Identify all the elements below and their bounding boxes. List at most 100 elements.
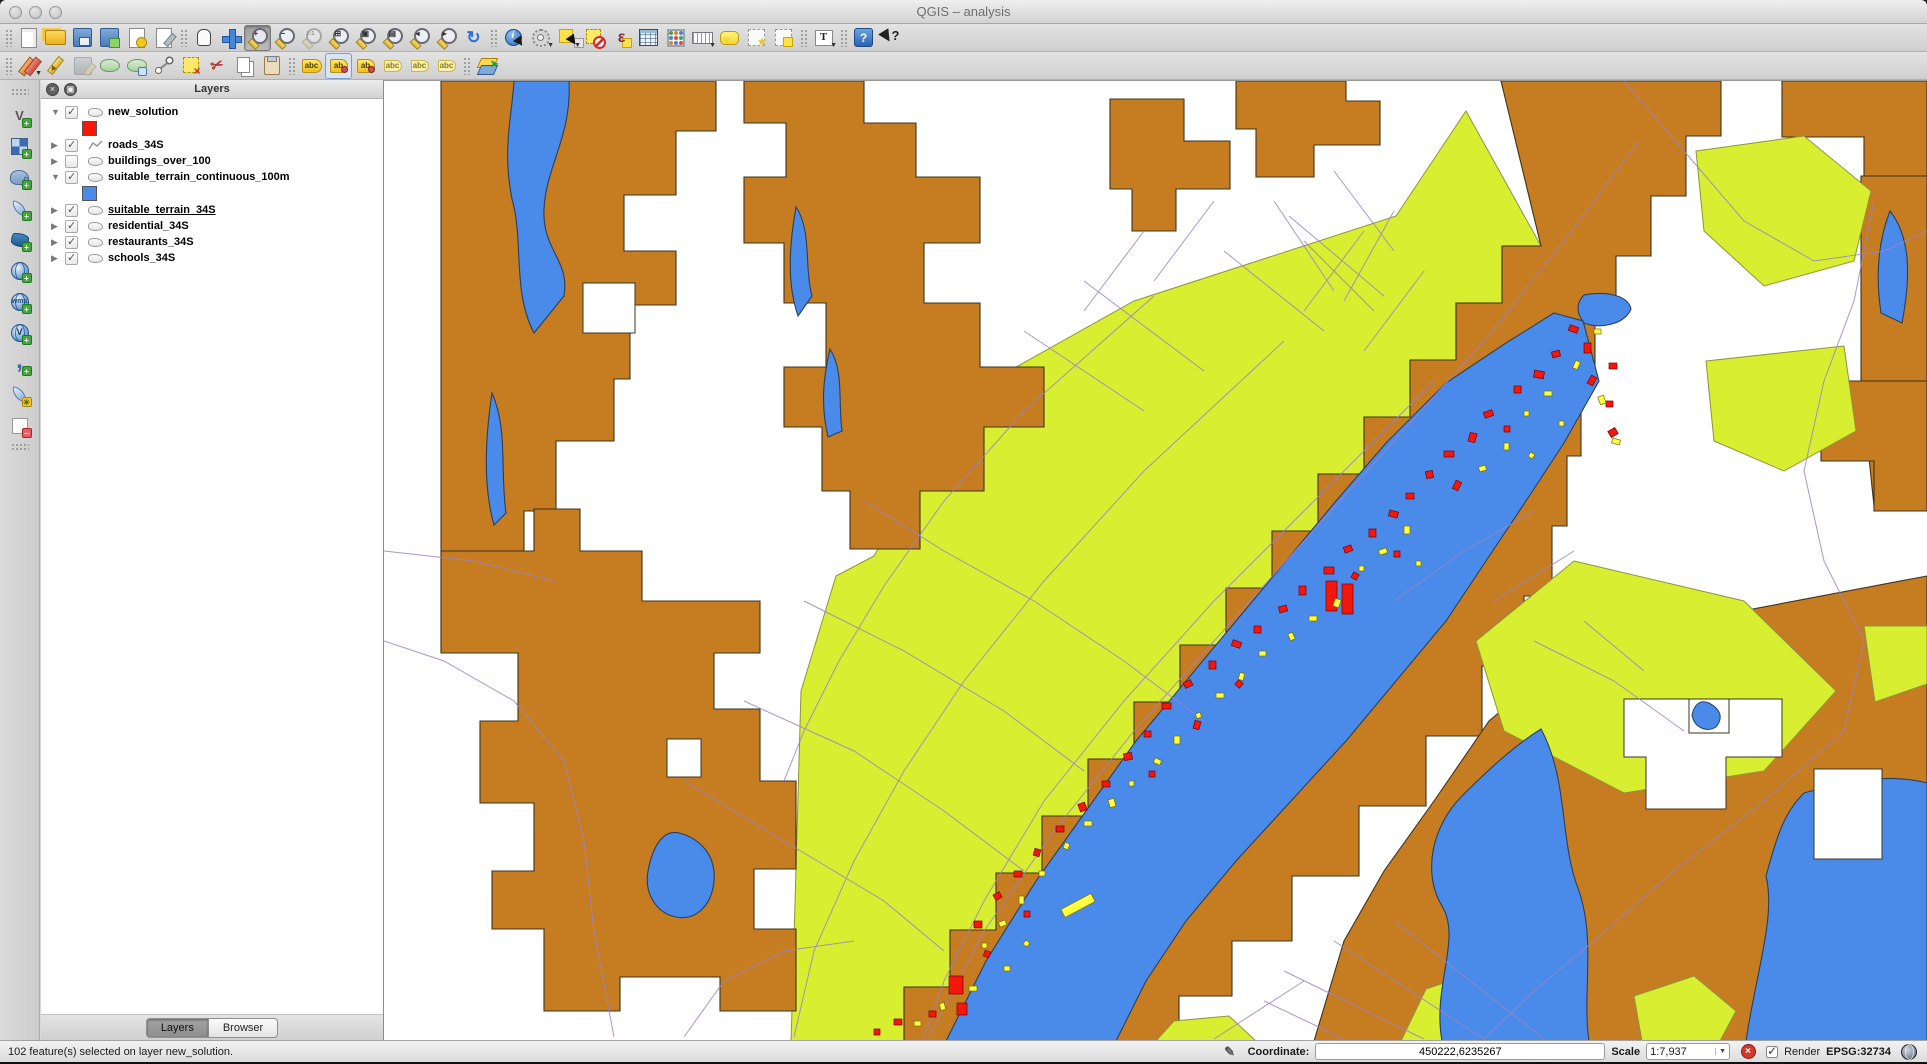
save-project-as-button[interactable] — [96, 25, 123, 51]
zoom-out-button[interactable]: − — [271, 25, 298, 51]
layer-item-restaurants_34S[interactable]: ▶restaurants_34S — [41, 234, 383, 250]
add-oracle-layer-button[interactable]: + — [6, 258, 33, 284]
zoom-last-button[interactable]: ◂ — [406, 25, 433, 51]
help-contents-button[interactable]: ? — [850, 25, 877, 51]
zoom-full-button[interactable]: ⊞ — [325, 25, 352, 51]
layer-visibility-checkbox[interactable] — [65, 171, 78, 184]
zoom-in-button[interactable]: + — [244, 25, 271, 51]
layer-visibility-checkbox[interactable] — [65, 252, 78, 265]
layer-name: roads_34S — [108, 139, 164, 151]
add-mssql-layer-button[interactable]: + — [6, 227, 33, 253]
add-wms-layer-button[interactable]: wms+ — [6, 289, 33, 315]
label-change-properties-button[interactable]: abc — [433, 53, 460, 79]
label-move-button[interactable]: abc — [379, 53, 406, 79]
layer-visibility-checkbox[interactable] — [65, 139, 78, 152]
zoom-to-layer-button[interactable]: ▤ — [379, 25, 406, 51]
add-wfs-layer-button[interactable]: V+ — [6, 320, 33, 346]
panel-tab-layers[interactable]: Layers — [146, 1018, 209, 1038]
layer-color-swatch[interactable] — [82, 121, 97, 136]
zoom-native-button[interactable]: 1:1 — [298, 25, 325, 51]
render-checkbox[interactable] — [1766, 1046, 1778, 1058]
layer-item-suitable_terrain_34S[interactable]: ▶suitable_terrain_34S — [41, 202, 383, 218]
layer-item-schools_34S[interactable]: ▶schools_34S — [41, 250, 383, 266]
add-feature-button[interactable] — [96, 53, 123, 79]
plus-badge-icon: + — [22, 118, 32, 128]
copy-features-button[interactable] — [231, 53, 258, 79]
expand-icon[interactable]: ▶ — [51, 221, 65, 232]
composer-manager-button[interactable] — [150, 25, 177, 51]
add-vector-layer-button[interactable]: V+ — [6, 103, 33, 129]
crs-status-icon[interactable] — [1897, 1040, 1921, 1064]
new-print-composer-button[interactable] — [123, 25, 150, 51]
open-project-button[interactable] — [42, 25, 69, 51]
layer-item-residential_34S[interactable]: ▶residential_34S — [41, 218, 383, 234]
open-attribute-table-button[interactable] — [635, 25, 662, 51]
expand-icon[interactable]: ▶ — [51, 156, 65, 167]
stop-render-icon[interactable]: × — [1736, 1040, 1760, 1064]
paste-features-button[interactable] — [258, 53, 285, 79]
new-memory-layer-button[interactable]: − — [6, 413, 33, 439]
select-by-expression-button[interactable]: ε — [608, 25, 635, 51]
new-project-button[interactable] — [15, 25, 42, 51]
layer-color-swatch[interactable] — [82, 186, 97, 201]
processing-layers-button[interactable]: ➤ — [473, 53, 500, 79]
text-annotation-button[interactable]: T▼ — [810, 25, 837, 51]
zoom-next-button[interactable]: ▸ — [433, 25, 460, 51]
save-project-button[interactable] — [69, 25, 96, 51]
layer-visibility-checkbox[interactable] — [65, 204, 78, 217]
measure-line-button[interactable]: ▼ — [689, 25, 716, 51]
layer-item-new_solution[interactable]: ▼new_solution — [41, 104, 383, 120]
expand-icon[interactable]: ▼ — [51, 172, 65, 182]
new-bookmark-button[interactable]: ★ — [743, 25, 770, 51]
label-pin-unpin-button[interactable]: ab — [325, 53, 352, 79]
identify-features-button[interactable]: i — [500, 25, 527, 51]
refresh-map-button[interactable]: ↻ — [460, 25, 487, 51]
label-highlight-pinned-button[interactable]: ab — [352, 53, 379, 79]
add-raster-layer-button[interactable]: + — [6, 134, 33, 160]
layer-item-buildings_over_100[interactable]: ▶buildings_over_100 — [41, 153, 383, 169]
pan-map-button[interactable] — [190, 25, 217, 51]
expand-icon[interactable]: ▼ — [51, 107, 65, 117]
map-canvas[interactable] — [384, 80, 1927, 1040]
add-delimited-text-layer-button[interactable]: ,+ — [6, 351, 33, 377]
run-feature-action-button[interactable]: ▼ — [527, 25, 554, 51]
float-panel-icon[interactable]: ▣ — [64, 83, 77, 96]
coordinate-input[interactable] — [1315, 1043, 1605, 1060]
layer-item-suitable_terrain_continuous_100m[interactable]: ▼suitable_terrain_continuous_100m — [41, 169, 383, 185]
node-tool-button[interactable] — [150, 53, 177, 79]
current-edits-button[interactable]: ▼ — [15, 53, 42, 79]
new-spatialite-layer-button[interactable]: ✳▼ — [6, 382, 33, 408]
layer-item-roads_34S[interactable]: ▶ roads_34S — [41, 137, 383, 153]
select-features-button[interactable]: ▼ — [554, 25, 581, 51]
toggle-editing-button[interactable] — [42, 53, 69, 79]
layer-labeling-options-button[interactable]: abc — [298, 53, 325, 79]
close-panel-icon[interactable]: × — [46, 83, 59, 96]
pan-to-selection-button[interactable] — [217, 25, 244, 51]
whats-this-button[interactable]: ? — [877, 25, 904, 51]
show-bookmarks-button[interactable] — [770, 25, 797, 51]
layer-visibility-checkbox[interactable] — [65, 106, 78, 119]
layer-visibility-checkbox[interactable] — [65, 220, 78, 233]
expand-icon[interactable]: ▶ — [51, 253, 65, 264]
delete-selected-button[interactable]: × — [177, 53, 204, 79]
building-footprint — [1584, 343, 1591, 353]
add-postgis-layer-button[interactable]: + — [6, 165, 33, 191]
field-calculator-button[interactable] — [662, 25, 689, 51]
add-spatialite-layer-button[interactable]: + — [6, 196, 33, 222]
zoom-to-selection-button[interactable]: ▣ — [352, 25, 379, 51]
layer-visibility-checkbox[interactable] — [65, 155, 78, 168]
expand-icon[interactable]: ▶ — [51, 237, 65, 248]
expand-icon[interactable]: ▶ — [51, 140, 65, 151]
deselect-features-button[interactable] — [581, 25, 608, 51]
label-rotate-button[interactable]: abc — [406, 53, 433, 79]
scale-combo[interactable]: 1:7,937 ▼ — [1646, 1043, 1730, 1060]
map-tips-button[interactable] — [716, 25, 743, 51]
move-feature-button[interactable] — [123, 53, 150, 79]
expand-icon[interactable]: ▶ — [51, 205, 65, 216]
pointer-coordinates-icon[interactable]: ✎ — [1218, 1040, 1242, 1064]
save-layer-edits-button[interactable] — [69, 53, 96, 79]
panel-tab-browser[interactable]: Browser — [209, 1018, 278, 1038]
layer-visibility-checkbox[interactable] — [65, 236, 78, 249]
whats-this-icon: ? — [879, 26, 903, 50]
cut-features-button[interactable]: ✂ — [204, 53, 231, 79]
